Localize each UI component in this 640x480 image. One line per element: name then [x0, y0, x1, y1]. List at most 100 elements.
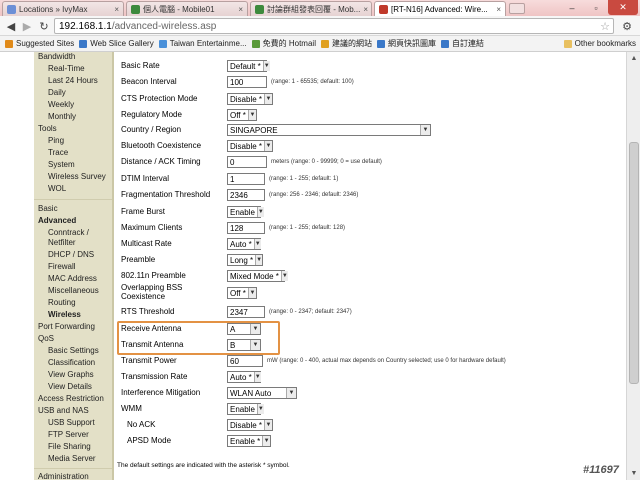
chevron-down-icon[interactable]: ▼: [264, 94, 272, 104]
nav-item-advanced[interactable]: Advanced: [38, 216, 76, 225]
nav-item-view-details[interactable]: View Details: [48, 382, 92, 391]
bookmark-star-icon[interactable]: ☆: [600, 20, 610, 33]
nav-item-real-time[interactable]: Real-Time: [48, 64, 85, 73]
chevron-down-icon[interactable]: ▼: [253, 372, 261, 382]
bookmark-hotmail[interactable]: 免費的 Hotmail: [251, 38, 316, 49]
nav-item-basic[interactable]: Basic: [38, 204, 58, 213]
wrench-icon[interactable]: ⚙: [620, 19, 634, 33]
nav-item-netfilter[interactable]: Netfilter: [48, 238, 76, 247]
nav-item-mac-address[interactable]: MAC Address: [48, 274, 97, 283]
dropdown-select[interactable]: WLAN Auto ▼: [227, 387, 297, 399]
text-input[interactable]: 100: [227, 76, 267, 88]
nav-item-tools[interactable]: Tools: [38, 124, 57, 133]
chevron-down-icon[interactable]: ▼: [262, 436, 270, 446]
dropdown-select[interactable]: Auto * ▼: [227, 371, 261, 383]
nav-item-daily[interactable]: Daily: [48, 88, 66, 97]
nav-item-qos[interactable]: QoS: [38, 334, 54, 343]
dropdown-select[interactable]: SINGAPORE ▼: [227, 124, 431, 136]
text-input[interactable]: 2346: [227, 189, 265, 201]
forward-icon[interactable]: ▶: [20, 19, 34, 33]
nav-item-weekly[interactable]: Weekly: [48, 100, 74, 109]
close-tab-icon[interactable]: ×: [493, 5, 501, 14]
nav-item-administration[interactable]: Administration: [38, 472, 89, 480]
text-input[interactable]: 0: [227, 156, 267, 168]
dropdown-select[interactable]: Disable * ▼: [227, 419, 273, 431]
chevron-down-icon[interactable]: ▼: [256, 207, 264, 217]
nav-item-usb-and-nas[interactable]: USB and NAS: [38, 406, 89, 415]
nav-item-system[interactable]: System: [48, 160, 75, 169]
bookmark-custom-links[interactable]: 自訂連結: [440, 38, 484, 49]
chevron-down-icon[interactable]: ▼: [280, 271, 288, 281]
close-tab-icon[interactable]: ×: [360, 5, 368, 14]
back-icon[interactable]: ◀: [4, 19, 18, 33]
nav-item-last-24-hours[interactable]: Last 24 Hours: [48, 76, 98, 85]
nav-item-wireless-survey[interactable]: Wireless Survey: [48, 172, 106, 181]
chevron-down-icon[interactable]: ▼: [262, 61, 270, 71]
tab-ivymax[interactable]: Locations » IvyMax ×: [2, 1, 124, 16]
nav-item-port-forwarding[interactable]: Port Forwarding: [38, 322, 95, 331]
chevron-down-icon[interactable]: ▼: [253, 239, 261, 249]
nav-item-ftp-server[interactable]: FTP Server: [48, 430, 89, 439]
nav-item-conntrack[interactable]: Conntrack /: [48, 228, 89, 237]
bookmark-web-slice-gallery[interactable]: Web Slice Gallery: [79, 39, 154, 48]
reload-icon[interactable]: ↻: [37, 19, 51, 33]
nav-item-view-graphs[interactable]: View Graphs: [48, 370, 94, 379]
nav-item-usb-support[interactable]: USB Support: [48, 418, 95, 427]
scrollbar-thumb[interactable]: [629, 142, 639, 384]
dropdown-select[interactable]: Enable * ▼: [227, 435, 271, 447]
nav-item-routing[interactable]: Routing: [48, 298, 76, 307]
new-tab-button[interactable]: [509, 3, 525, 14]
dropdown-select[interactable]: Enable ▼: [227, 206, 264, 218]
close-tab-icon[interactable]: ×: [111, 5, 119, 14]
scroll-down-icon[interactable]: ▼: [628, 468, 640, 478]
maximize-icon[interactable]: ▫: [584, 0, 608, 15]
nav-item-dhcp-dns[interactable]: DHCP / DNS: [48, 250, 94, 259]
chevron-down-icon[interactable]: ▼: [264, 141, 272, 151]
nav-item-miscellaneous[interactable]: Miscellaneous: [48, 286, 99, 295]
text-input[interactable]: 128: [227, 222, 265, 234]
nav-item-classification[interactable]: Classification: [48, 358, 95, 367]
other-bookmarks[interactable]: Other bookmarks: [563, 39, 636, 48]
dropdown-select[interactable]: Disable * ▼: [227, 140, 273, 152]
chevron-down-icon[interactable]: ▼: [420, 125, 430, 135]
dropdown-select[interactable]: Mixed Mode * ▼: [227, 270, 288, 282]
nav-item-wol[interactable]: WOL: [48, 184, 66, 193]
bookmark-suggested-sites[interactable]: Suggested Sites: [5, 39, 74, 48]
close-tab-icon[interactable]: ×: [235, 5, 243, 14]
page-scrollbar[interactable]: ▲ ▼: [626, 52, 640, 480]
tab-mobile01-pc[interactable]: 個人電腦 - Mobile01 ×: [126, 1, 248, 16]
tab-mobile01-reply[interactable]: 討論群組發表回覆 - Mob... ×: [250, 1, 372, 16]
nav-item-file-sharing[interactable]: File Sharing: [48, 442, 91, 451]
scroll-up-icon[interactable]: ▲: [628, 53, 640, 63]
nav-item-ping[interactable]: Ping: [48, 136, 64, 145]
dropdown-select[interactable]: Disable * ▼: [227, 93, 273, 105]
dropdown-select[interactable]: Default * ▼: [227, 60, 270, 72]
nav-item-wireless[interactable]: Wireless: [48, 310, 81, 319]
chevron-down-icon[interactable]: ▼: [247, 110, 256, 120]
text-input[interactable]: 1: [227, 173, 265, 185]
nav-item-trace[interactable]: Trace: [48, 148, 68, 157]
dropdown-select[interactable]: Off * ▼: [227, 109, 257, 121]
text-input[interactable]: 2347: [227, 306, 265, 318]
nav-item-monthly[interactable]: Monthly: [48, 112, 76, 121]
bookmark-suggested-sites-zh[interactable]: 建議的網站: [320, 38, 372, 49]
dropdown-select[interactable]: Long * ▼: [227, 254, 263, 266]
chevron-down-icon[interactable]: ▼: [264, 420, 272, 430]
chevron-down-icon[interactable]: ▼: [256, 404, 264, 414]
dropdown-select[interactable]: Off * ▼: [227, 287, 257, 299]
chevron-down-icon[interactable]: ▼: [286, 388, 296, 398]
tab-router-advanced[interactable]: [RT-N16] Advanced: Wire... ×: [374, 1, 506, 16]
dropdown-select[interactable]: Enable ▼: [227, 403, 264, 415]
bookmark-web-slice-zh[interactable]: 網頁快訊圖庫: [376, 38, 436, 49]
text-input[interactable]: 60: [227, 355, 263, 367]
chevron-down-icon[interactable]: ▼: [247, 288, 256, 298]
bookmark-taiwan-entertainment[interactable]: Taiwan Entertainme...: [158, 39, 247, 48]
nav-item-bandwidth[interactable]: Bandwidth: [38, 52, 75, 61]
nav-item-basic-settings[interactable]: Basic Settings: [48, 346, 99, 355]
minimize-icon[interactable]: –: [560, 0, 584, 15]
nav-item-access-restriction[interactable]: Access Restriction: [38, 394, 104, 403]
address-bar[interactable]: 192.168.1.1/advanced-wireless.asp ☆: [54, 18, 614, 34]
nav-item-media-server[interactable]: Media Server: [48, 454, 96, 463]
close-window-icon[interactable]: ✕: [608, 0, 638, 15]
chevron-down-icon[interactable]: ▼: [255, 255, 263, 265]
